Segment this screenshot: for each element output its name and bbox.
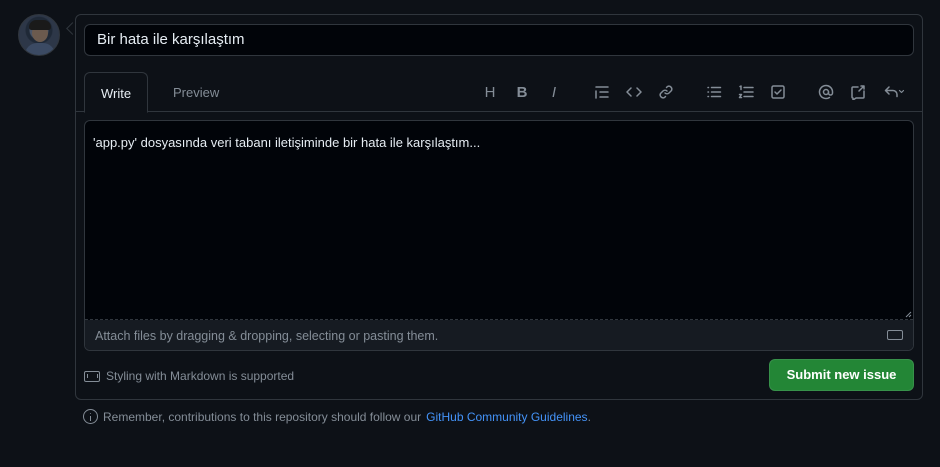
resize-handle-icon[interactable] [904, 310, 912, 318]
attach-files-hint: Attach files by dragging & dropping, sel… [95, 329, 439, 343]
editor-tabs-row: Write Preview H B I [76, 72, 922, 113]
issue-title-input[interactable]: Bir hata ile karşılaştım [84, 24, 914, 56]
reminder-period: . [587, 409, 591, 424]
mention-icon[interactable] [814, 80, 838, 104]
markdown-support-note[interactable]: Styling with Markdown is supported [84, 369, 294, 383]
issue-body-editor[interactable]: 'app.py' dosyasında veri tabanı iletişim… [84, 120, 914, 351]
community-guidelines-link[interactable]: GitHub Community Guidelines [426, 410, 587, 424]
tab-preview[interactable]: Preview [157, 72, 235, 112]
link-icon[interactable] [654, 80, 678, 104]
markdown-icon [887, 330, 903, 340]
code-icon[interactable] [622, 80, 646, 104]
avatar-body [25, 43, 55, 55]
avatar[interactable] [18, 14, 60, 56]
tab-write[interactable]: Write [84, 72, 149, 113]
reminder-text: Remember, contributions to this reposito… [103, 409, 422, 424]
attach-files-bar[interactable]: Attach files by dragging & dropping, sel… [85, 320, 913, 350]
heading-icon[interactable]: H [478, 80, 502, 104]
new-issue-form: Bir hata ile karşılaştım Write Preview H… [75, 14, 923, 400]
italic-icon[interactable]: I [542, 80, 566, 104]
reply-icon[interactable] [880, 80, 908, 104]
unordered-list-icon[interactable] [702, 80, 726, 104]
reference-icon[interactable] [846, 80, 870, 104]
markdown-icon [84, 370, 100, 382]
task-list-icon[interactable] [766, 80, 790, 104]
submit-new-issue-button[interactable]: Submit new issue [769, 359, 914, 391]
quote-icon[interactable] [590, 80, 614, 104]
markdown-support-text: Styling with Markdown is supported [106, 369, 295, 383]
issue-body-text[interactable]: 'app.py' dosyasında veri tabanı iletişim… [93, 135, 480, 150]
ordered-list-icon[interactable] [734, 80, 758, 104]
bold-icon[interactable]: B [510, 80, 534, 104]
contribution-reminder: Remember, contributions to this reposito… [83, 409, 591, 424]
info-icon [83, 409, 98, 424]
avatar-hair [29, 20, 51, 30]
